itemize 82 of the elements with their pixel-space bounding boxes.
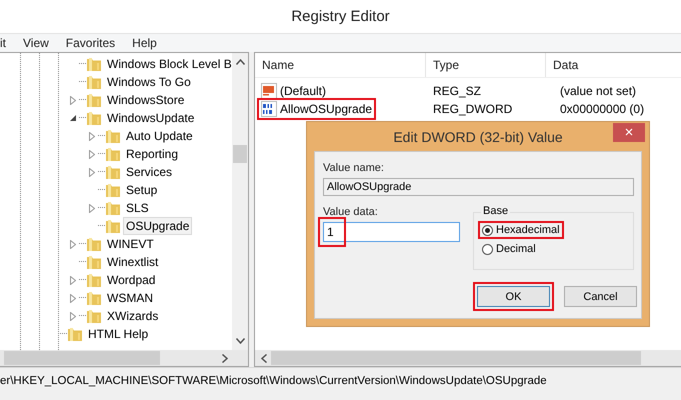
scrollbar[interactable] [255,350,681,366]
menu-item[interactable]: Favorites [66,36,116,50]
tree-item[interactable]: Windows Block Level B [104,55,232,73]
expand-arrow-icon[interactable] [70,240,76,248]
scroll-thumb[interactable] [4,351,160,365]
folder-icon [105,146,121,162]
folder-icon [86,92,102,108]
radio-button[interactable] [482,224,493,236]
tree-item[interactable]: WindowsStore [104,91,188,109]
radio-button[interactable] [482,244,493,254]
dialog-button[interactable]: Cancel [564,286,637,307]
tree-item[interactable]: HTML Help [85,325,152,343]
expand-arrow-icon[interactable] [89,168,95,176]
value-data: (value not set) [559,84,638,98]
menu-item[interactable]: Help [132,36,157,50]
scroll-thumb[interactable] [271,351,641,365]
scroll-up-icon[interactable] [236,59,244,65]
folder-icon [86,308,102,324]
scrollbar[interactable] [232,53,248,350]
value-name[interactable]: (Default) [280,84,326,98]
value-type: REG_SZ [432,84,482,98]
folder-icon [105,218,121,234]
tree-item[interactable]: Winextlist [104,253,162,271]
tree-item[interactable]: Wordpad [104,271,158,289]
expand-arrow-icon[interactable] [70,294,76,302]
tree-item[interactable]: XWizards [104,307,162,325]
binary-value-icon [261,101,277,117]
folder-icon [86,110,102,126]
folder-icon [105,164,121,180]
folder-icon [86,56,102,72]
menu-item[interactable]: View [23,36,49,50]
folder-icon [86,272,102,288]
tree-item[interactable]: Reporting [123,145,182,163]
scroll-right-icon[interactable] [222,354,228,362]
scrollbar[interactable] [0,350,248,366]
scroll-thumb[interactable] [233,145,247,163]
tree-item[interactable]: WSMAN [104,289,156,307]
folder-icon [86,290,102,306]
collapse-arrow-icon[interactable] [70,115,76,121]
close-button[interactable]: × [613,123,645,142]
folder-icon [86,74,102,90]
tree-item[interactable]: SLS [123,199,152,217]
tree-item[interactable]: Services [123,163,176,181]
column-header[interactable]: Type [426,53,546,77]
folder-icon [105,200,121,216]
tree-item[interactable]: Windows To Go [104,73,194,91]
tree-item[interactable]: WINEVT [104,235,157,253]
folder-icon [86,254,102,270]
folder-icon [105,182,121,198]
value-name-field[interactable]: AllowOSUpgrade [323,178,634,196]
expand-arrow-icon[interactable] [89,150,95,158]
value-data-field[interactable]: 1 [323,222,460,242]
expand-arrow-icon[interactable] [70,276,76,284]
tree-item[interactable]: Auto Update [123,127,196,145]
folder-icon [67,326,83,342]
dialog-button[interactable]: OK [477,286,550,307]
menu-item[interactable]: it [0,36,6,50]
scroll-left-icon[interactable] [261,354,267,362]
column-header[interactable]: Name [255,53,426,77]
column-header[interactable]: Data [546,53,681,77]
expand-arrow-icon[interactable] [89,132,95,140]
field-label: Value data: [323,206,379,218]
dialog-title: Edit DWORD (32-bit) Value [393,128,563,144]
radio-option[interactable]: Decimal [480,242,538,256]
scroll-down-icon[interactable] [236,338,244,344]
value-data: 0x00000000 (0) [559,102,646,116]
folder-icon [105,128,121,144]
window-title: Registry Editor [291,8,390,25]
expand-arrow-icon[interactable] [89,204,95,212]
group-label: Base [481,205,510,217]
tree-item[interactable]: WindowsUpdate [104,109,198,127]
tree-item[interactable]: Setup [123,181,160,199]
value-name[interactable]: AllowOSUpgrade [280,102,372,116]
expand-arrow-icon[interactable] [70,96,76,104]
tree-item[interactable]: OSUpgrade [123,217,192,235]
key-path: er\HKEY_LOCAL_MACHINE\SOFTWARE\Microsoft\Windows\CurrentVersion\WindowsUpdate\OSUpgrade [0,374,547,386]
value-type: REG_DWORD [432,102,514,116]
field-label: Value name: [323,162,385,174]
string-value-icon [261,83,277,99]
folder-icon [86,236,102,252]
radio-option[interactable]: Hexadecimal [480,223,562,237]
expand-arrow-icon[interactable] [70,312,76,320]
